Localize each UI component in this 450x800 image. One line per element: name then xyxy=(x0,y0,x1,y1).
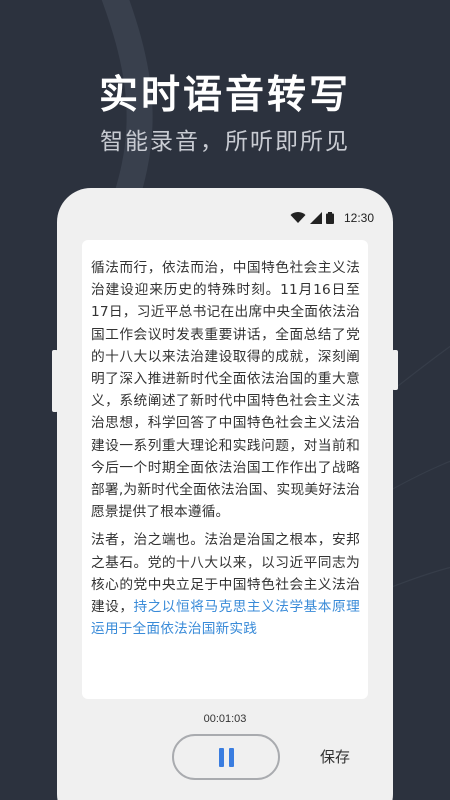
transcript-paragraph: 循法而行，依法而治，中国特色社会主义法治建设迎来历史的特殊时刻。11月16日至1… xyxy=(91,260,360,521)
app-screen: 实时语音转写 智能录音，所听即所见 12:30 循法而行，依法而治，中国特色社会… xyxy=(0,0,450,800)
transcript-card[interactable]: 循法而行，依法而治，中国特色社会主义法治建设迎来历史的特殊时刻。11月16日至1… xyxy=(82,240,368,699)
transcript-paragraph: 法者，治之端也。法治是治国之根本，安邦之基石。党的十八大以来，以习近平同志为核心… xyxy=(91,529,360,640)
battery-icon xyxy=(326,212,334,224)
pause-button[interactable] xyxy=(172,734,280,780)
status-bar: 12:30 xyxy=(290,210,382,226)
pause-icon xyxy=(216,747,236,767)
save-button[interactable]: 保存 xyxy=(320,746,350,767)
wifi-icon xyxy=(290,212,306,223)
signal-icon xyxy=(310,212,322,224)
status-time: 12:30 xyxy=(344,211,375,225)
hero-title: 实时语音转写 xyxy=(98,73,351,118)
recording-timer: 00:01:03 xyxy=(203,713,247,725)
hero-subtitle: 智能录音，所听即所见 xyxy=(100,129,350,155)
